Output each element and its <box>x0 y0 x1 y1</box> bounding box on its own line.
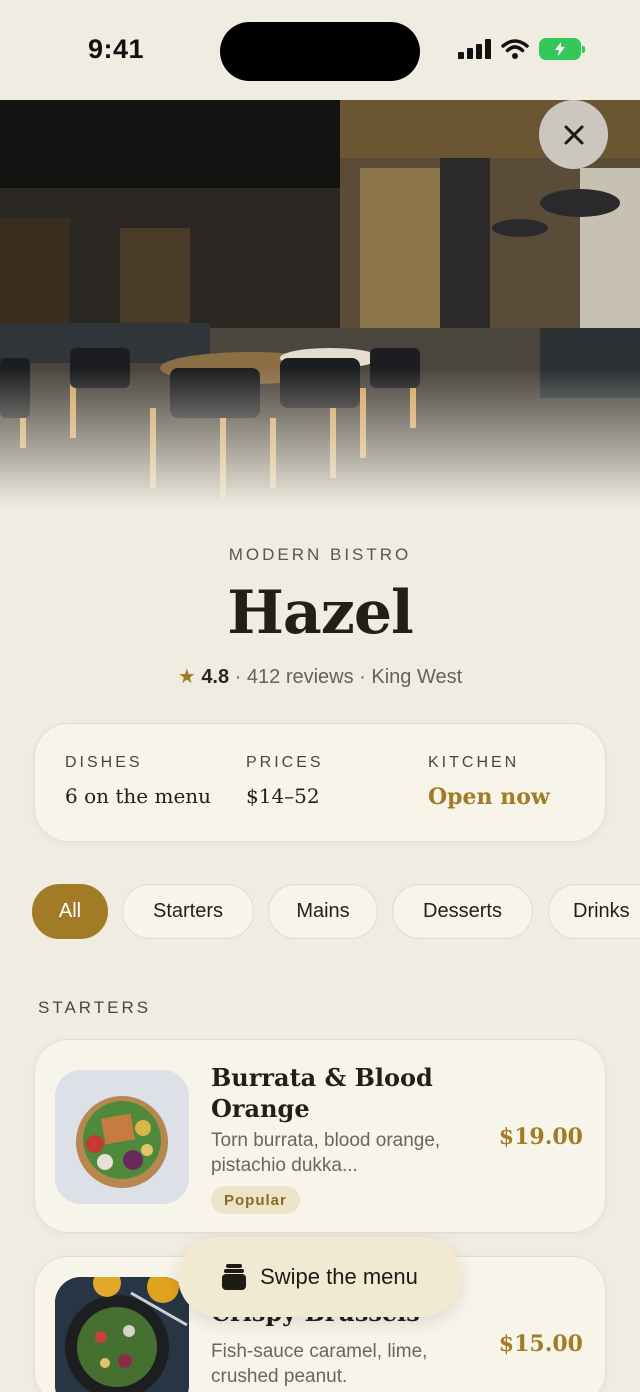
hero-fade <box>0 368 640 508</box>
filter-chip-all[interactable]: All <box>32 884 108 939</box>
battery-charging-icon <box>539 38 585 60</box>
dish-card[interactable]: Burrata & Blood Orange Torn burrata, blo… <box>34 1039 606 1233</box>
dish-price: $15.00 <box>498 1331 583 1357</box>
dishes-label: DISHES <box>65 754 143 771</box>
status-time: 9:41 <box>88 34 145 64</box>
kitchen-label: KITCHEN <box>428 754 520 771</box>
restaurant-category: MODERN BISTRO <box>228 545 412 564</box>
rating-value: 4.8 <box>201 666 230 688</box>
filter-chip-starters[interactable]: Starters <box>122 884 254 939</box>
filter-chip-desserts[interactable]: Desserts <box>392 884 533 939</box>
dishes-stat: DISHES 6 on the menu <box>65 754 211 808</box>
dish-photo <box>55 1070 189 1204</box>
dynamic-island <box>220 22 420 81</box>
kitchen-status: Open now <box>428 784 550 810</box>
popular-badge: Popular <box>211 1186 300 1214</box>
swipe-menu-button[interactable]: Swipe the menu <box>178 1237 462 1317</box>
wifi-icon <box>501 39 529 59</box>
cellular-signal-icon <box>458 39 491 59</box>
dishes-value: 6 on the menu <box>65 784 212 808</box>
close-button[interactable] <box>539 100 608 169</box>
dish-name: Burrata & Blood Orange <box>211 1063 433 1123</box>
hero-photo <box>0 98 640 508</box>
star-icon: ★ <box>177 666 196 688</box>
restaurant-name: Hazel <box>227 578 414 648</box>
status-icons <box>458 38 585 60</box>
dish-description: Fish-sauce caramel, lime, crushed peanut… <box>211 1341 428 1387</box>
menu-stack-icon <box>222 1264 247 1290</box>
prices-value: $14–52 <box>246 784 320 808</box>
close-icon <box>564 125 583 144</box>
kitchen-stat: KITCHEN Open now <box>428 754 550 810</box>
prices-label: PRICES <box>246 754 324 771</box>
prices-stat: PRICES $14–52 <box>246 754 324 808</box>
dish-description: Torn burrata, blood orange, pistachio du… <box>211 1130 441 1176</box>
rating-row: ★ 4.8 · 412 reviews · King West <box>0 664 640 689</box>
dish-price: $19.00 <box>498 1124 583 1150</box>
dish-photo <box>55 1277 189 1392</box>
section-title-starters: STARTERS <box>38 998 152 1017</box>
swipe-menu-label: Swipe the menu <box>260 1264 418 1289</box>
filter-chip-mains[interactable]: Mains <box>268 884 378 939</box>
status-bar: 9:41 <box>0 0 640 100</box>
info-card: DISHES 6 on the menu PRICES $14–52 KITCH… <box>34 723 606 842</box>
review-summary: · 412 reviews · King West <box>234 666 463 688</box>
filter-chip-drinks[interactable]: Drinks <box>548 884 640 939</box>
